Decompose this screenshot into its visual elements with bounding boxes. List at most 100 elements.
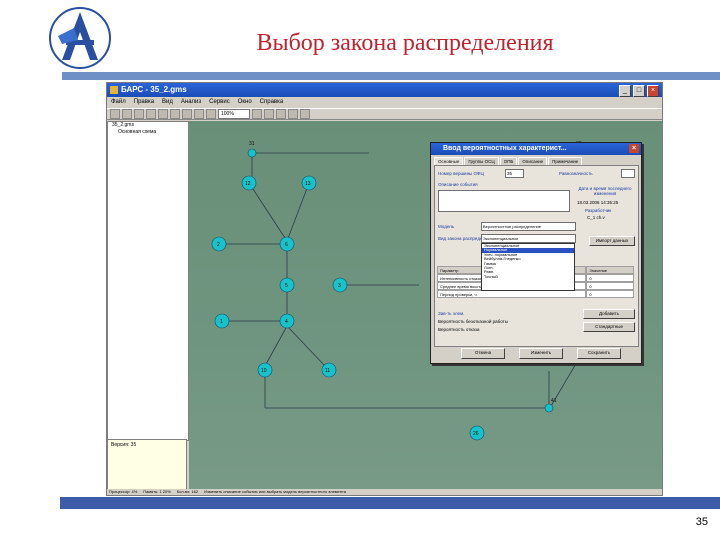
menu-file[interactable]: Файл xyxy=(111,97,126,108)
close-button[interactable]: × xyxy=(647,85,659,97)
add-button[interactable]: Добавить xyxy=(583,309,635,319)
node-31[interactable] xyxy=(247,148,257,158)
grid-icon[interactable] xyxy=(252,109,262,119)
app-titlebar: БАРС - 35_2.gms _ □ × xyxy=(107,83,662,97)
developer-label: Разработчик xyxy=(585,208,612,213)
event-description-input[interactable] xyxy=(438,190,570,212)
app-icon xyxy=(110,86,118,94)
standard-button[interactable]: Стандартные xyxy=(583,322,635,332)
import-data-button[interactable]: Импорт данных xyxy=(589,236,635,246)
status-cpu: Процессор: 4% xyxy=(109,489,138,494)
header-divider xyxy=(62,72,720,80)
dialog-tabs: Основные Группы ОСЦ ОПБ Описание Примеча… xyxy=(431,155,641,165)
maximize-button[interactable]: □ xyxy=(633,85,645,97)
node-icon[interactable] xyxy=(264,109,274,119)
slide-page-number: 35 xyxy=(695,516,708,528)
node-13-label: 13 xyxy=(305,181,311,187)
app-window: БАРС - 35_2.gms _ □ × Файл Правка Вид Ан… xyxy=(106,82,663,496)
table-cell-value[interactable]: 0 xyxy=(586,290,634,298)
element-prob2-label: Вероятность отказа xyxy=(438,327,480,332)
report-icon[interactable] xyxy=(300,109,310,119)
node-6-label: 6 xyxy=(285,242,288,248)
open-file-icon[interactable] xyxy=(122,109,132,119)
equivalence-input[interactable] xyxy=(621,169,635,178)
cut-icon[interactable] xyxy=(158,109,168,119)
node-41[interactable] xyxy=(544,403,554,413)
distribution-dropdown-list: Экспоненциальное Нормальное Усеч. нормал… xyxy=(481,243,575,291)
toolbar: 100% xyxy=(107,108,662,120)
dropdown-option[interactable]: Точный xyxy=(482,274,574,279)
model-select[interactable]: Вероятностное распределение xyxy=(481,222,576,231)
menu-analysis[interactable]: Анализ xyxy=(181,97,201,108)
redo-icon[interactable] xyxy=(206,109,216,119)
new-file-icon[interactable] xyxy=(110,109,120,119)
tree-item-main-scheme[interactable]: Основная схема xyxy=(108,129,188,136)
status-bar: Процессор: 4% Память: 1 20% Кол-во: 162 … xyxy=(107,489,662,495)
calc-icon[interactable] xyxy=(288,109,298,119)
menu-help[interactable]: Справка xyxy=(260,97,284,108)
table-header-value: Значение xyxy=(586,266,634,274)
node-2-label: 2 xyxy=(217,242,220,248)
undo-icon[interactable] xyxy=(194,109,204,119)
project-tree: 35_2.gms Основная схема xyxy=(107,121,189,441)
minimize-button[interactable]: _ xyxy=(619,85,631,97)
dialog-titlebar: Ввод вероятностных характерист... × xyxy=(431,143,641,155)
node-12-label: 12 xyxy=(245,181,251,187)
tab-groups[interactable]: Группы ОСЦ xyxy=(464,157,499,165)
dialog-body: Номер вершины ОФЦ 35 Равнозначность Опис… xyxy=(434,165,639,347)
paste-icon[interactable] xyxy=(182,109,192,119)
status-memory: Память: 1 20% xyxy=(143,489,171,494)
dialog-close-button[interactable]: × xyxy=(629,144,639,153)
tab-notes[interactable]: Примечание xyxy=(548,157,583,165)
table-row[interactable]: Период проверки, ч 0 xyxy=(437,290,634,298)
zoom-select[interactable]: 100% xyxy=(218,109,250,119)
node-10-label: 10 xyxy=(261,368,267,374)
vertex-number-label: Номер вершины ОФЦ xyxy=(438,171,484,176)
law-select[interactable]: Экспоненциальное xyxy=(481,234,576,243)
cancel-button[interactable]: Отмена xyxy=(461,348,505,359)
slide-title: Выбор закона распределения xyxy=(256,30,554,56)
date-value: 18.03.2006 14:35:25 xyxy=(577,200,619,205)
node-1-label: 1 xyxy=(220,319,223,325)
developer-value: C_1 ch.v xyxy=(587,215,605,220)
save-button[interactable]: Сохранить xyxy=(577,348,621,359)
bottom-divider xyxy=(60,497,720,509)
menu-service[interactable]: Сервис xyxy=(209,97,230,108)
probability-dialog: Ввод вероятностных характерист... × Осно… xyxy=(430,142,642,364)
vertex-number-input[interactable]: 35 xyxy=(505,169,524,178)
tab-main[interactable]: Основные xyxy=(434,157,464,165)
diagram-canvas[interactable]: 31 30 12 13 2 6 5 3 1 4 10 xyxy=(189,121,662,491)
menu-window[interactable]: Окно xyxy=(238,97,252,108)
print-icon[interactable] xyxy=(146,109,156,119)
table-cell-param: Период проверки, ч xyxy=(437,290,587,298)
status-count: Кол-во: 162 xyxy=(176,489,199,494)
node-3-label: 3 xyxy=(338,283,341,289)
tab-opb[interactable]: ОПБ xyxy=(499,157,518,165)
tab-description[interactable]: Описание xyxy=(518,157,548,165)
table-cell-value[interactable]: 0 xyxy=(586,274,634,282)
dialog-title: Ввод вероятностных характерист... xyxy=(443,145,567,152)
node-5-label: 5 xyxy=(285,283,288,289)
version-panel: Версия: 35 xyxy=(107,439,187,491)
change-button[interactable]: Изменить xyxy=(519,348,563,359)
table-cell-value[interactable]: 0 xyxy=(586,282,634,290)
status-hint: Изменить описание события или выбрать мо… xyxy=(204,489,347,494)
menu-view[interactable]: Вид xyxy=(162,97,173,108)
node-11-label: 11 xyxy=(325,368,330,374)
event-description-label: Описание события xyxy=(438,182,478,187)
window-title: БАРС - 35_2.gms xyxy=(121,85,187,94)
equivalence-label: Равнозначность xyxy=(559,171,593,176)
tree-root[interactable]: 35_2.gms xyxy=(108,122,188,129)
dependency-label: Зав-ть элем. xyxy=(438,311,465,316)
edge-icon[interactable] xyxy=(276,109,286,119)
element-prob-label: Вероятность безотказной работы xyxy=(438,319,508,324)
node-31-label: 31 xyxy=(249,141,255,147)
date-label: Дата и время последнего изменения xyxy=(578,186,632,196)
node-41-label: 41 xyxy=(551,398,557,404)
save-icon[interactable] xyxy=(134,109,144,119)
menu-bar: Файл Правка Вид Анализ Сервис Окно Справ… xyxy=(107,97,662,108)
node-4-label: 4 xyxy=(285,319,288,325)
model-label: Модель xyxy=(438,224,455,229)
copy-icon[interactable] xyxy=(170,109,180,119)
menu-edit[interactable]: Правка xyxy=(134,97,154,108)
